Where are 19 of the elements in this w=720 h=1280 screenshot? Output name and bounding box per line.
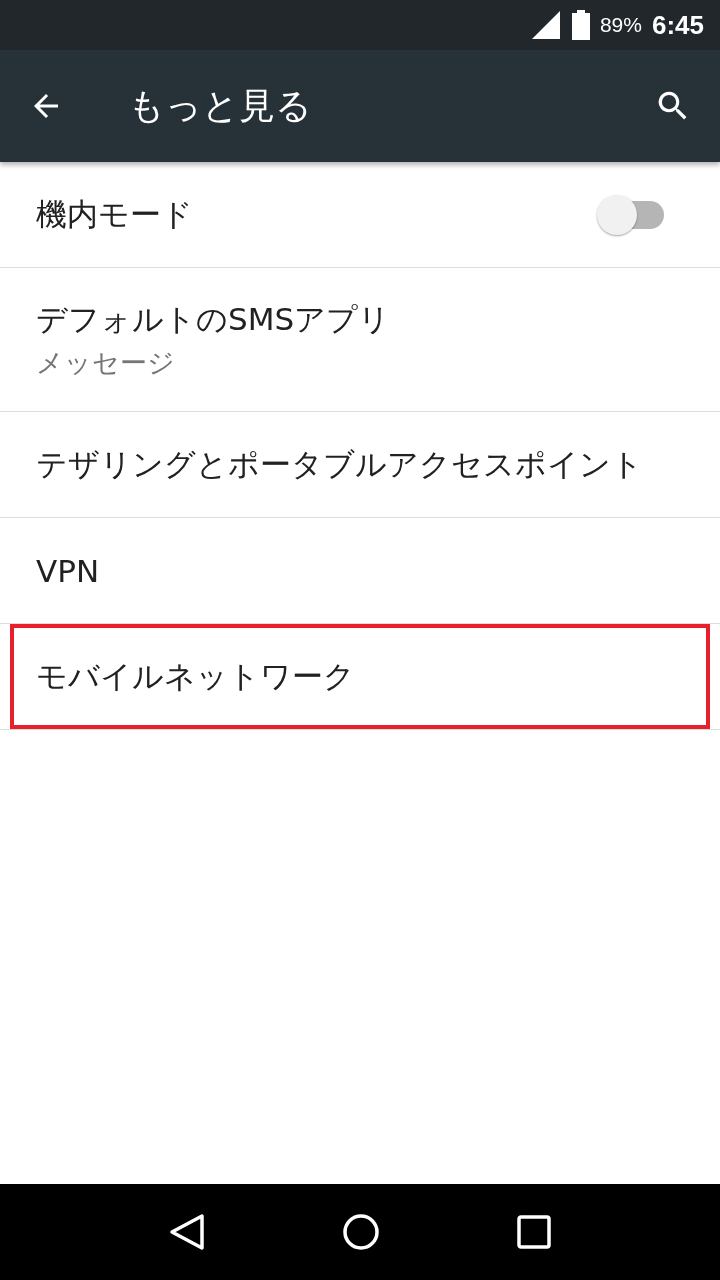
- item-summary: メッセージ: [36, 345, 176, 380]
- battery-icon: [571, 10, 590, 40]
- battery-percent: 89%: [599, 13, 642, 37]
- back-triangle-icon[interactable]: [168, 1213, 205, 1251]
- item-title: デフォルトのSMSアプリ: [36, 299, 392, 339]
- home-circle-icon[interactable]: [342, 1213, 380, 1251]
- settings-item[interactable]: デフォルトのSMSアプリ メッセージ: [10, 268, 710, 411]
- clock: 6:45: [651, 9, 704, 41]
- recents-square-icon[interactable]: [517, 1215, 552, 1249]
- signal-icon: [531, 11, 562, 39]
- settings-item[interactable]: テザリングとポータブルアクセスポイント: [10, 412, 710, 517]
- screen-title: もっと見る: [128, 83, 313, 128]
- item-title: 機内モード: [36, 194, 194, 234]
- item-title: VPN: [36, 552, 101, 589]
- item-title: テザリングとポータブルアクセスポイント: [36, 444, 644, 484]
- settings-item[interactable]: 機内モード: [10, 162, 710, 267]
- settings-item[interactable]: VPN: [10, 518, 710, 623]
- item-title: モバイルネットワーク: [36, 656, 356, 696]
- highlight-frame[interactable]: モバイルネットワーク: [10, 624, 710, 729]
